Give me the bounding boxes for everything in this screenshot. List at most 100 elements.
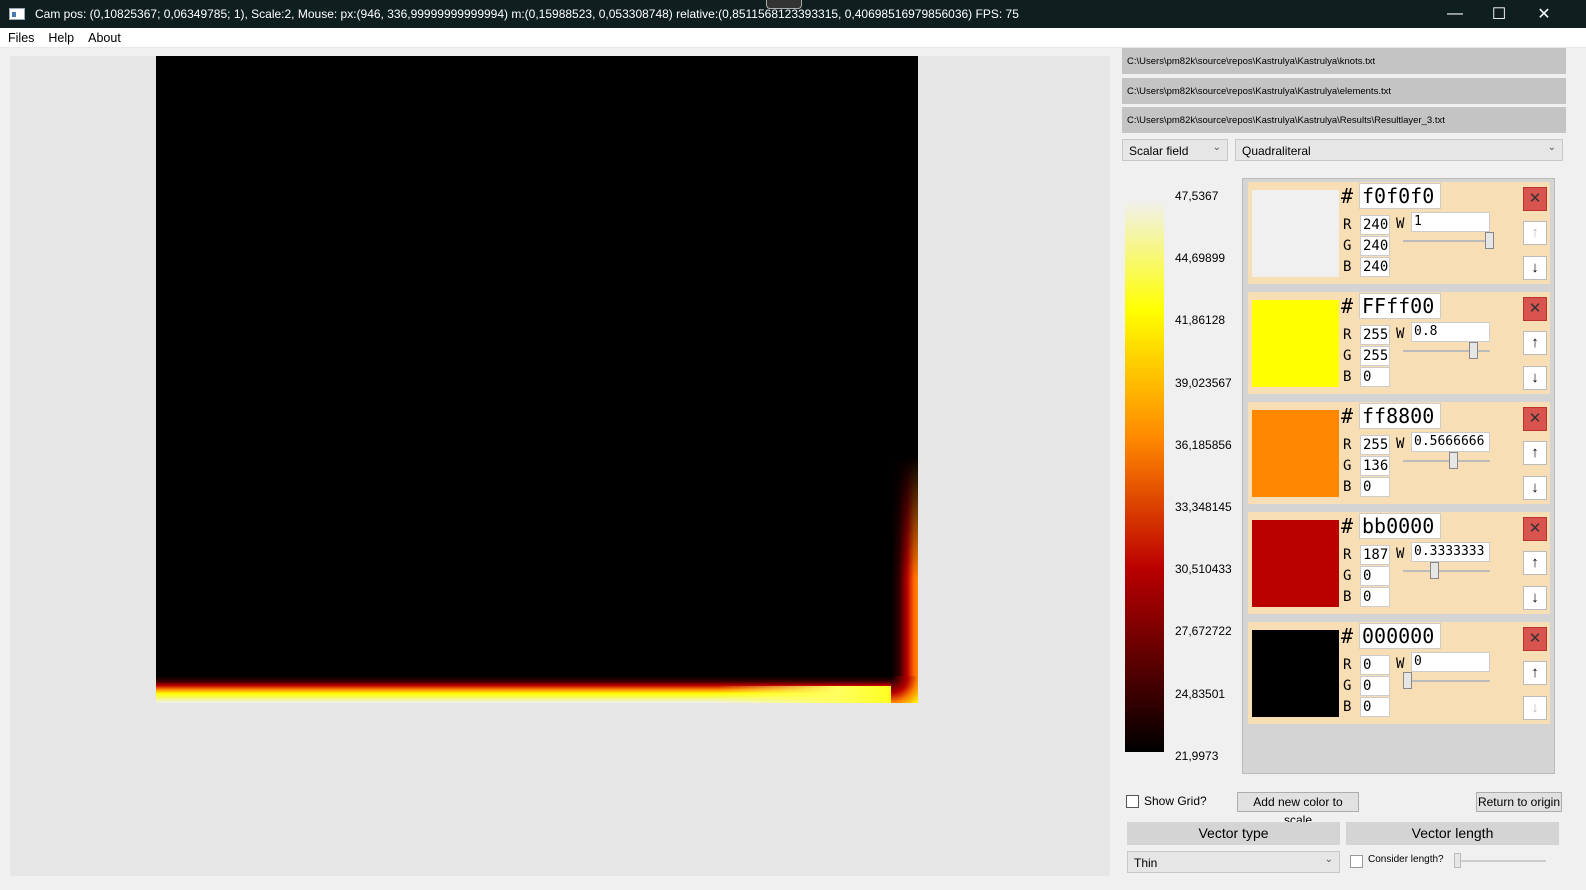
slider-thumb[interactable] — [1449, 452, 1458, 469]
close-icon: ✕ — [1528, 300, 1542, 317]
r-input[interactable]: 240 — [1360, 215, 1390, 235]
scale-tick-label: 24,83501 — [1175, 686, 1226, 701]
close-button[interactable]: ✕ — [1521, 0, 1567, 28]
b-input[interactable]: 0 — [1360, 477, 1390, 497]
display-mode-select[interactable]: Scalar field ⌄ — [1122, 139, 1228, 161]
weight-input[interactable]: 1 — [1411, 212, 1490, 232]
elements-file-path[interactable]: C:\Users\pm82k\source\repos\Kastrulya\Ka… — [1122, 78, 1566, 104]
weight-input[interactable]: 0 — [1411, 652, 1490, 672]
b-input[interactable]: 240 — [1360, 257, 1390, 277]
slider-thumb[interactable] — [1430, 562, 1439, 579]
hex-input[interactable]: bb0000 — [1359, 513, 1441, 539]
move-down-button[interactable]: ↓ — [1523, 476, 1547, 500]
knots-file-path[interactable]: C:\Users\pm82k\source\repos\Kastrulya\Ka… — [1122, 48, 1566, 74]
hex-input[interactable]: FFff00 — [1359, 293, 1441, 319]
move-down-button[interactable]: ↓ — [1523, 586, 1547, 610]
vector-type-select[interactable]: Thin ⌄ — [1127, 851, 1340, 873]
add-color-button[interactable]: Add new color to scale — [1237, 792, 1359, 827]
delete-color-button[interactable]: ✕ — [1523, 187, 1547, 211]
hex-input[interactable]: f0f0f0 — [1359, 183, 1441, 209]
hex-hash-label: # — [1341, 404, 1354, 428]
weight-slider[interactable] — [1403, 562, 1490, 579]
render-viewport[interactable] — [10, 56, 1110, 876]
title-bar: Cam pos: (0,10825367; 0,06349785; 1), Sc… — [0, 0, 1586, 28]
weight-input[interactable]: 0.8 — [1411, 322, 1490, 342]
delete-color-button[interactable]: ✕ — [1523, 297, 1547, 321]
w-label: W — [1396, 216, 1405, 232]
move-down-button[interactable]: ↓ — [1523, 696, 1547, 720]
maximize-button[interactable]: ☐ — [1476, 0, 1522, 28]
move-up-button[interactable]: ↑ — [1523, 221, 1547, 245]
color-swatch[interactable] — [1252, 190, 1339, 277]
element-type-select[interactable]: Quadraliteral ⌄ — [1235, 139, 1563, 161]
minimize-button[interactable]: — — [1432, 0, 1478, 28]
bottom-heat-band-right — [716, 686, 918, 703]
slider-thumb[interactable] — [1485, 232, 1494, 249]
b-input[interactable]: 0 — [1360, 587, 1390, 607]
r-input[interactable]: 255 — [1360, 325, 1390, 345]
r-input[interactable]: 0 — [1360, 655, 1390, 675]
weight-input[interactable]: 0.5666666 — [1411, 432, 1490, 452]
delete-color-button[interactable]: ✕ — [1523, 627, 1547, 651]
color-swatch[interactable] — [1252, 520, 1339, 607]
hex-hash-label: # — [1341, 624, 1354, 648]
results-file-path[interactable]: C:\Users\pm82k\source\repos\Kastrulya\Ka… — [1122, 107, 1566, 133]
g-input[interactable]: 0 — [1360, 566, 1390, 586]
b-input[interactable]: 0 — [1360, 367, 1390, 387]
g-input[interactable]: 255 — [1360, 346, 1390, 366]
weight-slider[interactable] — [1403, 452, 1490, 469]
move-up-button[interactable]: ↑ — [1523, 551, 1547, 575]
menu-files[interactable]: Files — [8, 31, 34, 45]
move-up-button[interactable]: ↑ — [1523, 331, 1547, 355]
close-icon: ✕ — [1528, 630, 1542, 647]
arrow-down-icon: ↓ — [1531, 259, 1539, 276]
hex-input[interactable]: ff8800 — [1359, 403, 1441, 429]
move-down-button[interactable]: ↓ — [1523, 256, 1547, 280]
arrow-up-icon: ↑ — [1531, 224, 1539, 241]
b-input[interactable]: 0 — [1360, 697, 1390, 717]
vector-length-slider[interactable] — [1454, 853, 1546, 868]
g-input[interactable]: 0 — [1360, 676, 1390, 696]
app-icon — [9, 8, 25, 20]
r-input[interactable]: 255 — [1360, 435, 1390, 455]
menu-help[interactable]: Help — [48, 31, 74, 45]
menu-about[interactable]: About — [88, 31, 121, 45]
arrow-up-icon: ↑ — [1531, 334, 1539, 351]
g-input[interactable]: 136 — [1360, 456, 1390, 476]
show-grid-checkbox[interactable] — [1126, 795, 1139, 808]
r-label: R — [1343, 327, 1352, 343]
move-up-button[interactable]: ↑ — [1523, 441, 1547, 465]
delete-color-button[interactable]: ✕ — [1523, 517, 1547, 541]
move-up-button[interactable]: ↑ — [1523, 661, 1547, 685]
title-grip-handle[interactable] — [766, 0, 802, 9]
scalar-field-plot[interactable] — [156, 56, 918, 703]
move-down-button[interactable]: ↓ — [1523, 366, 1547, 390]
color-swatch[interactable] — [1252, 630, 1339, 717]
r-input[interactable]: 187 — [1360, 545, 1390, 565]
weight-slider[interactable] — [1403, 232, 1494, 249]
chevron-down-icon: ⌄ — [1547, 142, 1556, 153]
slider-thumb[interactable] — [1469, 342, 1478, 359]
color-stop-row: # FFff00 R 255 G 255 B 0 W 0.8 ✕ ↑ ↓ — [1248, 292, 1550, 394]
arrow-down-icon: ↓ — [1531, 589, 1539, 606]
b-label: B — [1343, 479, 1352, 495]
weight-slider[interactable] — [1403, 342, 1490, 359]
b-label: B — [1343, 259, 1352, 275]
menu-bar: Files Help About — [0, 28, 1586, 48]
weight-input[interactable]: 0.3333333 — [1411, 542, 1490, 562]
r-label: R — [1343, 217, 1352, 233]
g-input[interactable]: 240 — [1360, 236, 1390, 256]
weight-slider[interactable] — [1403, 672, 1490, 689]
arrow-up-icon: ↑ — [1531, 444, 1539, 461]
delete-color-button[interactable]: ✕ — [1523, 407, 1547, 431]
color-stop-list: # f0f0f0 R 240 G 240 B 240 W 1 ✕ ↑ ↓ # F… — [1242, 178, 1555, 774]
color-swatch[interactable] — [1252, 300, 1339, 387]
slider-thumb[interactable] — [1403, 672, 1412, 689]
consider-length-checkbox[interactable] — [1350, 855, 1363, 868]
slider-thumb[interactable] — [1454, 853, 1461, 868]
g-label: G — [1343, 458, 1352, 474]
hex-input[interactable]: 000000 — [1359, 623, 1441, 649]
color-swatch[interactable] — [1252, 410, 1339, 497]
return-origin-button[interactable]: Return to origin — [1476, 792, 1562, 812]
vector-type-value: Thin — [1134, 856, 1158, 870]
